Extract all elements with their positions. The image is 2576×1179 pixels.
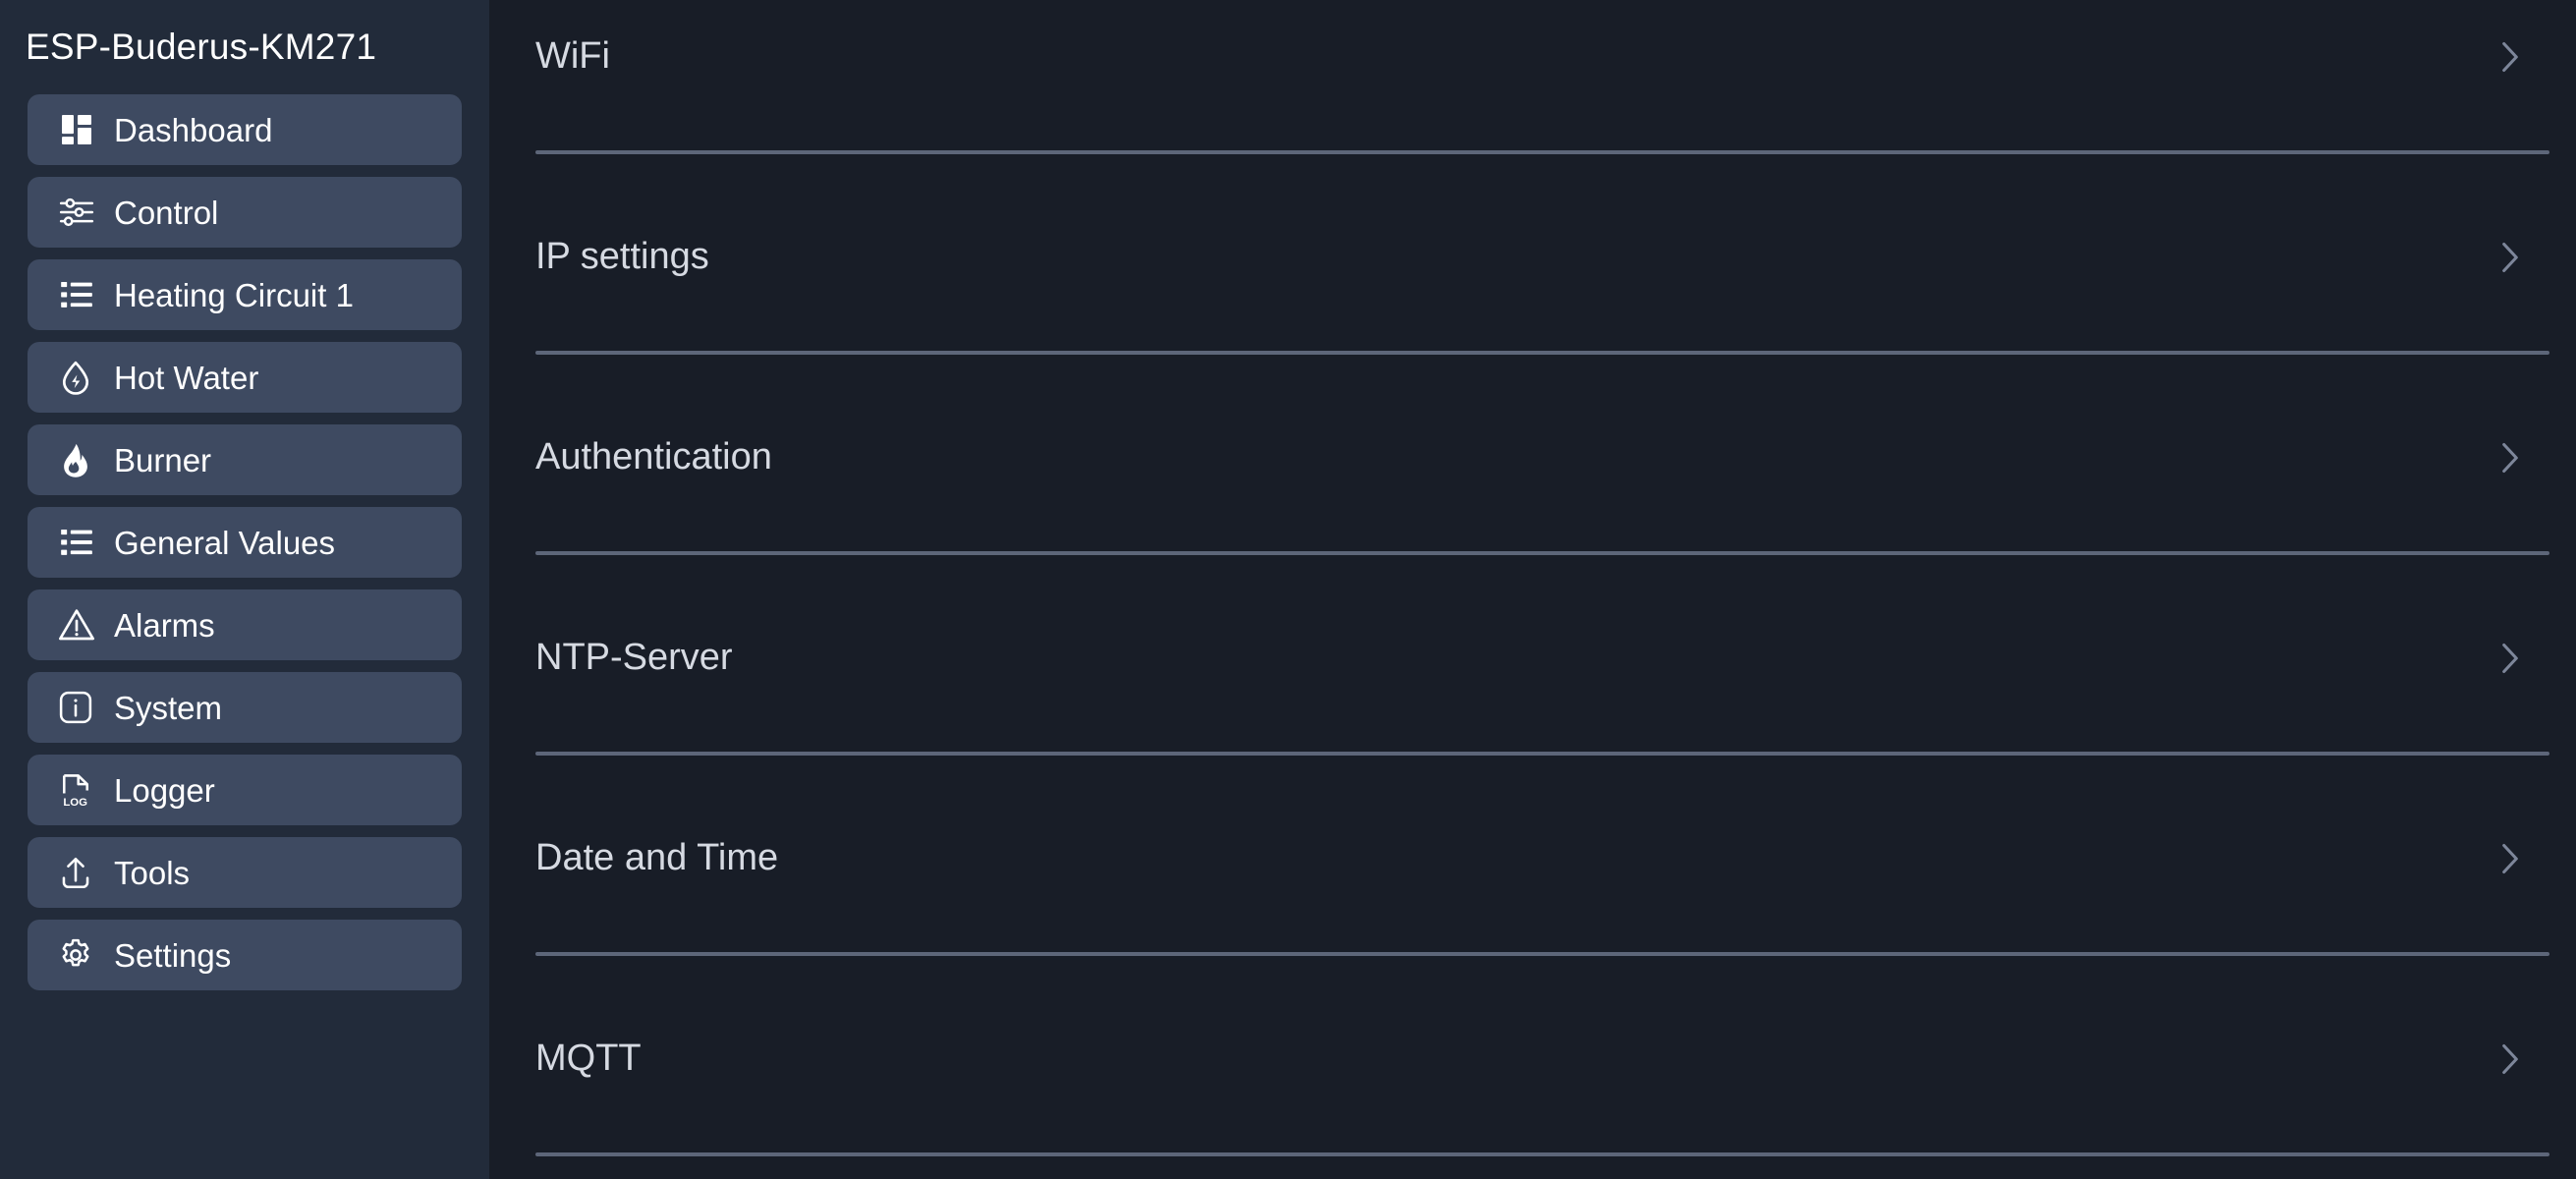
sidebar-item-general-values[interactable]: General Values — [28, 507, 462, 578]
sidebar: ESP-Buderus-KM271 Dashboard Control Heat… — [0, 0, 489, 1179]
sliders-icon — [57, 191, 102, 234]
chevron-right-icon[interactable] — [2495, 1041, 2525, 1077]
app-root: ESP-Buderus-KM271 Dashboard Control Heat… — [0, 0, 2576, 1179]
sidebar-item-system[interactable]: System — [28, 672, 462, 743]
chevron-right-icon[interactable] — [2495, 841, 2525, 876]
sidebar-item-label: Dashboard — [114, 111, 273, 148]
chevron-right-icon[interactable] — [2495, 440, 2525, 476]
settings-row-label: WiFi — [535, 35, 610, 77]
sidebar-item-label: Burner — [114, 441, 212, 478]
sidebar-item-hot-water[interactable]: Hot Water — [28, 342, 462, 413]
row-divider — [535, 551, 2549, 555]
row-divider — [535, 351, 2549, 355]
sidebar-item-alarms[interactable]: Alarms — [28, 590, 462, 660]
sidebar-item-settings[interactable]: Settings — [28, 920, 462, 990]
row-divider — [535, 150, 2549, 154]
settings-row-authentication[interactable]: Authentication — [489, 401, 2576, 601]
row-divider — [535, 752, 2549, 756]
settings-row-ip-settings[interactable]: IP settings — [489, 200, 2576, 401]
settings-row-label: IP settings — [535, 236, 709, 277]
sidebar-item-logger[interactable]: LOG Logger — [28, 755, 462, 825]
gear-icon — [57, 933, 102, 977]
chevron-right-icon[interactable] — [2495, 641, 2525, 676]
sidebar-item-control[interactable]: Control — [28, 177, 462, 248]
sidebar-item-label: Logger — [114, 771, 215, 809]
svg-text:LOG: LOG — [63, 797, 87, 809]
row-divider — [535, 1152, 2549, 1156]
log-document-icon: LOG — [57, 768, 102, 812]
sidebar-item-label: Settings — [114, 936, 232, 974]
settings-row-wifi[interactable]: WiFi — [489, 0, 2576, 200]
settings-row-label: Date and Time — [535, 837, 779, 878]
settings-row-date-and-time[interactable]: Date and Time — [489, 802, 2576, 1002]
chevron-right-icon[interactable] — [2495, 39, 2525, 75]
settings-row-label: Authentication — [535, 436, 772, 477]
sidebar-item-label: Hot Water — [114, 359, 259, 396]
sidebar-item-label: System — [114, 689, 223, 726]
settings-row-label: MQTT — [535, 1038, 642, 1079]
sidebar-item-burner[interactable]: Burner — [28, 424, 462, 495]
chevron-right-icon[interactable] — [2495, 240, 2525, 275]
upload-icon — [57, 851, 102, 894]
flame-icon — [57, 438, 102, 481]
sidebar-item-label: Tools — [114, 854, 191, 891]
sidebar-item-label: Heating Circuit 1 — [114, 276, 354, 313]
settings-row-ntp-server[interactable]: NTP-Server — [489, 601, 2576, 802]
sidebar-item-label: Alarms — [114, 606, 215, 644]
sidebar-item-label: Control — [114, 194, 219, 231]
sidebar-item-heating-circuit-1[interactable]: Heating Circuit 1 — [28, 259, 462, 330]
water-drop-bolt-icon — [57, 356, 102, 399]
sidebar-item-tools[interactable]: Tools — [28, 837, 462, 908]
list-icon — [57, 521, 102, 564]
row-divider — [535, 952, 2549, 956]
settings-row-mqtt[interactable]: MQTT — [489, 1002, 2576, 1179]
sidebar-item-dashboard[interactable]: Dashboard — [28, 94, 462, 165]
settings-section-list: WiFi IP settings Authentication NTP-Serv… — [489, 0, 2576, 1179]
list-icon — [57, 273, 102, 316]
info-square-icon — [57, 686, 102, 729]
warning-triangle-icon — [57, 603, 102, 646]
settings-row-label: NTP-Server — [535, 637, 733, 678]
sidebar-item-label: General Values — [114, 524, 336, 561]
settings-main-panel: WiFi IP settings Authentication NTP-Serv… — [489, 0, 2576, 1179]
sidebar-nav: Dashboard Control Heating Circuit 1 Hot … — [0, 94, 489, 990]
dashboard-icon — [57, 108, 102, 151]
app-title: ESP-Buderus-KM271 — [26, 27, 377, 67]
